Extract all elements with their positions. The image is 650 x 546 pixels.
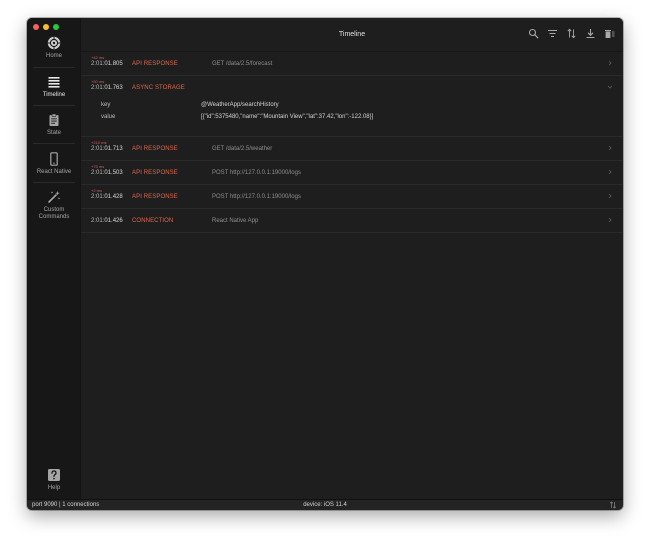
sidebar-item-label: Timeline (42, 92, 66, 98)
reactotron-logo-icon (47, 36, 61, 50)
device-status: device: iOS 11.4 (303, 502, 347, 508)
detail-key-label: key (101, 102, 111, 108)
timestamp: 2:01:01.713 (91, 146, 123, 152)
detail-value-label: value (101, 114, 116, 120)
event-summary: POST http://127.0.0.1:19000/logs (212, 194, 301, 200)
minimize-window-button[interactable] (43, 24, 49, 30)
timeline-row[interactable]: 2:01:01.426 CONNECTION React Native App (81, 209, 623, 233)
detail-value-value: [{"id":5375480,"name":"Mountain View","l… (201, 114, 374, 120)
event-type: API RESPONSE (132, 170, 178, 176)
close-window-button[interactable] (33, 24, 39, 30)
time-delta: +42 ms (91, 55, 105, 60)
sidebar-item-state[interactable]: State (27, 113, 81, 137)
timeline-row[interactable]: +2 ms 2:01:01.428 API RESPONSE POST http… (81, 185, 623, 209)
filter-icon[interactable] (547, 28, 558, 39)
event-type: API RESPONSE (132, 146, 178, 152)
sidebar-divider (33, 143, 75, 144)
sidebar-item-help[interactable]: Help (27, 468, 81, 492)
sidebar-item-label: Home (45, 53, 62, 59)
main-panel: Timeline +42 ms 2:01:01.805 API RESPONSE… (81, 18, 623, 499)
timestamp: 2:01:01.805 (91, 61, 123, 67)
time-delta: +50 ms (91, 79, 105, 84)
timeline-list: +42 ms 2:01:01.805 API RESPONSE GET /dat… (81, 52, 623, 233)
sidebar-item-custom-commands[interactable]: Custom Commands (27, 190, 81, 221)
event-summary: POST http://127.0.0.1:19000/logs (212, 170, 301, 176)
event-type: ASYNC STORAGE (132, 85, 185, 91)
timeline-row[interactable]: +42 ms 2:01:01.805 API RESPONSE GET /dat… (81, 52, 623, 76)
sidebar-item-home[interactable]: Home (27, 36, 81, 60)
chevron-right-icon[interactable] (607, 60, 613, 66)
help-icon (48, 469, 60, 481)
timestamp: 2:01:01.763 (91, 85, 123, 91)
chevron-right-icon[interactable] (607, 193, 613, 199)
time-delta: +2 ms (91, 188, 103, 193)
timestamp: 2:01:01.426 (91, 218, 123, 224)
app-window: Home Timeline State React Native Custom … (27, 18, 623, 510)
chevron-down-icon[interactable] (607, 84, 613, 90)
clear-icon[interactable] (604, 28, 615, 39)
header: Timeline (81, 18, 623, 52)
sidebar-item-label: State (46, 130, 61, 136)
event-summary: GET /data/2.5/forecast (212, 61, 273, 67)
sidebar-item-react-native[interactable]: React Native (27, 152, 81, 176)
toolbar (528, 28, 615, 39)
time-delta: +210 ms (91, 140, 107, 145)
chevron-right-icon[interactable] (607, 217, 613, 223)
window-controls (33, 24, 59, 30)
chevron-right-icon[interactable] (607, 145, 613, 151)
time-delta: +75 ms (91, 164, 105, 169)
timestamp: 2:01:01.503 (91, 170, 123, 176)
phone-icon (50, 152, 58, 166)
detail-key-value: @WeatherApp/searchHistory (201, 102, 279, 108)
event-type: API RESPONSE (132, 61, 178, 67)
timeline-row[interactable]: +75 ms 2:01:01.503 API RESPONSE POST htt… (81, 161, 623, 185)
sidebar-item-timeline[interactable]: Timeline (27, 75, 81, 99)
sidebar-divider (33, 105, 75, 106)
swap-icon[interactable] (609, 501, 617, 509)
sidebar-item-label: Help (47, 485, 61, 491)
sort-icon[interactable] (566, 28, 577, 39)
sidebar: Home Timeline State React Native Custom … (27, 18, 81, 499)
event-summary: GET /data/2.5/weather (212, 146, 273, 152)
event-type: CONNECTION (132, 218, 174, 224)
sidebar-divider (33, 182, 75, 183)
maximize-window-button[interactable] (53, 24, 59, 30)
chevron-right-icon[interactable] (607, 169, 613, 175)
timestamp: 2:01:01.428 (91, 194, 123, 200)
sidebar-divider (33, 67, 75, 68)
magic-wand-icon (48, 191, 60, 203)
download-icon[interactable] (585, 28, 596, 39)
sidebar-item-label: Custom Commands (38, 207, 70, 220)
event-summary: React Native App (212, 218, 259, 224)
list-icon (48, 77, 60, 88)
clipboard-icon (49, 113, 59, 126)
timeline-row-expanded[interactable]: +50 ms 2:01:01.763 ASYNC STORAGE key @We… (81, 76, 623, 137)
event-type: API RESPONSE (132, 194, 178, 200)
timeline-row[interactable]: +210 ms 2:01:01.713 API RESPONSE GET /da… (81, 137, 623, 161)
status-bar: port 9090 | 1 connections device: iOS 11… (27, 499, 623, 510)
sidebar-item-label: React Native (36, 169, 72, 175)
search-icon[interactable] (528, 28, 539, 39)
